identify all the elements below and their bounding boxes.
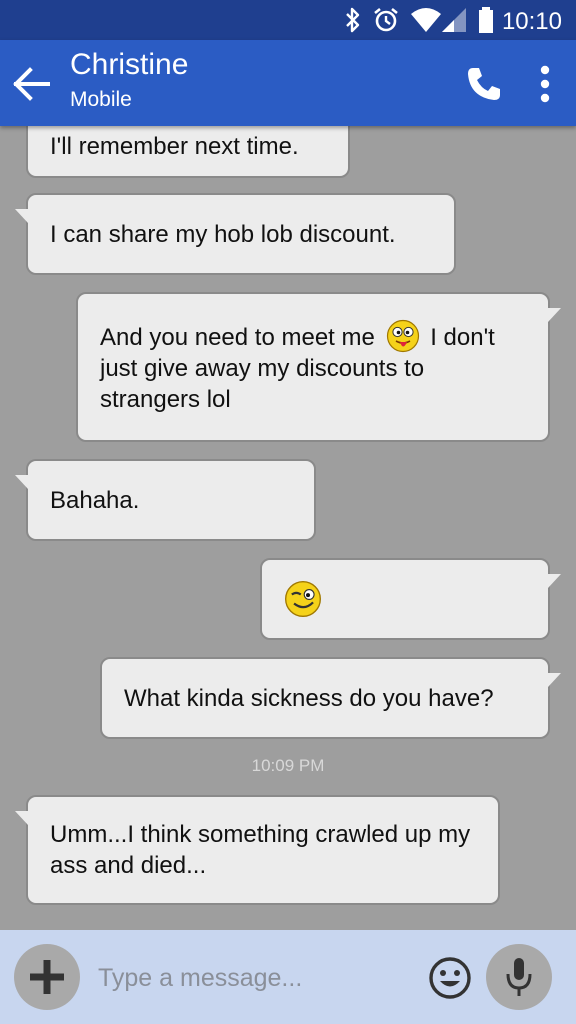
bluetooth-icon: [346, 7, 360, 33]
more-vert-icon[interactable]: [530, 62, 560, 106]
microphone-icon: [506, 958, 532, 996]
tongue-out-emoji-icon: [386, 319, 419, 353]
microphone-button[interactable]: [486, 944, 552, 1010]
message-bubble-outgoing[interactable]: What kinda sickness do you have?: [100, 657, 561, 739]
message-text: I can share my hob lob discount.: [50, 220, 396, 248]
app-bar: Christine Mobile: [0, 40, 576, 126]
bubble-tail: [548, 574, 561, 588]
message-text: What kinda sickness do you have?: [124, 684, 494, 712]
wink-emoji-icon: [285, 581, 321, 617]
message-composer: [0, 930, 576, 1024]
contact-name[interactable]: Christine: [70, 48, 188, 82]
bubble-tail: [548, 308, 561, 322]
plus-icon: [30, 960, 64, 994]
bubble-tail: [15, 475, 28, 489]
message-bubble-incoming[interactable]: I can share my hob lob discount.: [15, 193, 456, 275]
alarm-icon: [374, 7, 398, 32]
bubble-tail: [548, 673, 561, 687]
message-text: Umm...I think something crawled up my as…: [50, 821, 471, 879]
conversation-view[interactable]: I'll remember next time. I can share my …: [0, 126, 576, 930]
message-bubble-outgoing[interactable]: And you need to meet me I don't just giv…: [76, 292, 561, 442]
phone-icon[interactable]: [464, 64, 504, 104]
message-timestamp: 10:09 PM: [251, 756, 325, 775]
contact-subtitle: Mobile: [70, 88, 132, 111]
message-text: And you need to meet me I don't just giv…: [100, 319, 526, 415]
bubble-tail: [15, 209, 28, 223]
wifi-icon: [411, 8, 441, 32]
smiley-icon[interactable]: [428, 956, 472, 1000]
message-bubble-incoming[interactable]: Umm...I think something crawled up my as…: [15, 795, 500, 905]
status-time: 10:10: [501, 8, 562, 35]
add-attachment-button[interactable]: [14, 944, 80, 1010]
message-text-part: And you need to meet me: [100, 324, 375, 351]
battery-icon: [479, 7, 493, 33]
message-bubble-incoming[interactable]: Bahaha.: [15, 459, 316, 541]
message-bubble-outgoing[interactable]: [260, 558, 561, 640]
message-input[interactable]: [98, 958, 418, 998]
status-bar: 10:10: [0, 0, 576, 40]
message-bubble-incoming[interactable]: I'll remember next time.: [26, 126, 350, 178]
message-text: I'll remember next time.: [50, 133, 299, 160]
back-arrow-icon[interactable]: [10, 62, 54, 106]
bubble-tail: [15, 811, 28, 825]
signal-icon: [442, 8, 466, 32]
message-text: Bahaha.: [50, 486, 140, 514]
